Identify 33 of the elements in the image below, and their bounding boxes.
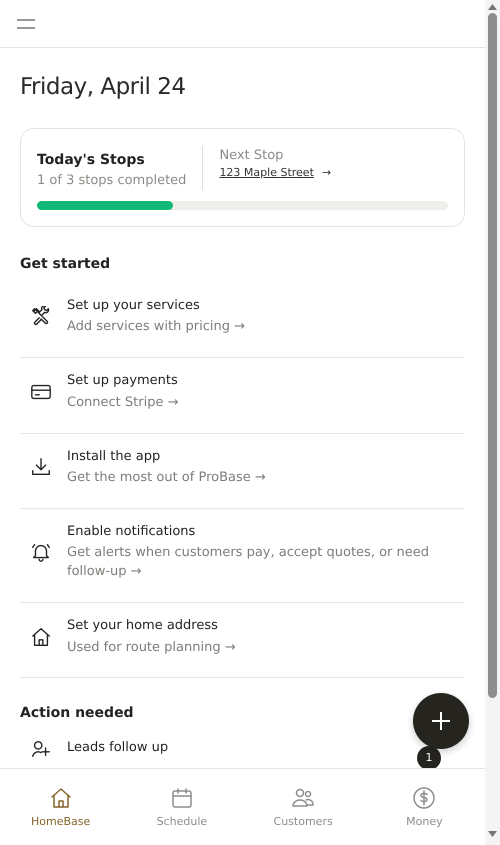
tools-icon [30,306,52,328]
scroll-down-icon[interactable] [488,831,497,837]
item-title[interactable]: Enable notifications [67,522,465,542]
nav-tab[interactable]: HomeBase [0,769,122,845]
item-description: Used for route planning → [67,638,237,657]
item-title[interactable]: Install the app [67,446,465,466]
item-description: Add services with pricing → [67,318,246,336]
home-icon [30,626,52,648]
calendar-icon [170,786,194,810]
date-heading: Friday, April 24 [20,74,186,102]
count-badge: 1 [417,746,441,768]
plus-icon [430,710,452,732]
next-stop-label: Next Stop [219,146,284,165]
item-title[interactable]: Set up payments [67,371,465,391]
scroll-up-icon[interactable] [488,4,497,10]
home-icon [48,786,73,810]
item-title[interactable]: Leads follow up [67,738,402,758]
item-description: Connect Stripe → [67,394,180,412]
people-icon [291,786,316,810]
section-heading: Action needed [20,705,134,722]
address-link[interactable]: 123 Maple Street [219,165,314,182]
item-description: Get the most out of ProBase → [67,469,267,488]
item-description: Get alerts when customers pay, accept quotes, or need follow-up → [67,544,430,582]
arrow-glyph: → [322,165,332,182]
bell-icon [30,541,52,564]
item-title[interactable]: Set your home address [67,616,465,636]
add-button[interactable] [413,693,469,749]
item-title[interactable]: Set up your services [67,296,465,316]
scrollbar-thumb[interactable] [488,13,497,698]
card-title: Today's Stops [37,150,146,170]
progress-text: 1 of 3 stops completed [37,172,186,190]
dollar-icon [412,786,436,810]
section-heading: Get started [20,256,110,273]
